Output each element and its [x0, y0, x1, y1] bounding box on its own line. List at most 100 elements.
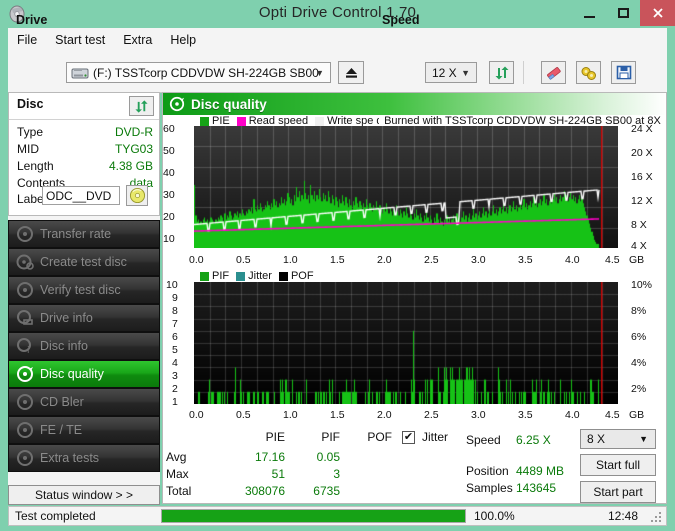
ytick: 30 [163, 189, 175, 201]
settings-button[interactable] [576, 61, 601, 84]
xtick: 4.5 [605, 254, 620, 266]
chart2-x-label: GB [629, 409, 645, 421]
minimize-icon [583, 15, 595, 18]
maximize-icon [617, 8, 629, 18]
stats-avg-pie: 17.16 [254, 450, 285, 464]
stats-total-pif: 6735 [313, 484, 340, 498]
ytick: 24 X [631, 123, 653, 135]
legend-swatch-pof [278, 271, 288, 281]
disc-row-type: Type DVD-R [17, 125, 153, 141]
disc-row-length: Length 4.38 GB [17, 159, 153, 175]
sidebar-label: Verify test disc [40, 283, 121, 297]
disc-row-mid: MID TYG03 [17, 142, 153, 158]
sidebar-item-drive-info[interactable]: Drive info [8, 304, 160, 332]
ytick: 10 [166, 279, 178, 291]
save-button[interactable] [611, 61, 636, 84]
minimize-button[interactable] [572, 0, 606, 26]
refresh-button[interactable] [489, 61, 514, 84]
xtick: 0.0 [189, 409, 204, 421]
xtick: 2.5 [424, 254, 439, 266]
disc-icon [16, 449, 34, 467]
refresh-icon [135, 99, 148, 113]
sidebar-label: CD Bler [40, 395, 84, 409]
xtick: 0.0 [189, 254, 204, 266]
ytick: 7 [172, 318, 178, 330]
ytick: 10 [163, 233, 175, 245]
sidebar-label: Extra tests [40, 451, 100, 465]
disc-label-button[interactable] [126, 185, 148, 206]
sidebar-item-fe-te[interactable]: FE / TE [8, 416, 160, 444]
disc-quality-icon [169, 96, 185, 112]
drive-icon [71, 65, 89, 81]
jitter-checkbox[interactable]: ✔ [402, 431, 415, 444]
legend-swatch-write-speed [315, 116, 325, 126]
sidebar-item-extra-tests[interactable]: Extra tests [8, 444, 160, 472]
chart2-legend: PIF Jitter POF [200, 270, 314, 282]
drive-label: Drive [16, 13, 48, 27]
gear-icon [581, 66, 596, 80]
disc-icon [16, 421, 34, 439]
xtick: 4.0 [565, 409, 580, 421]
menu-start-test[interactable]: Start test [46, 31, 114, 49]
start-full-button[interactable]: Start full [580, 454, 656, 476]
disc-info-icon: i [16, 337, 34, 356]
stats-row-total-label: Total [166, 484, 192, 498]
xtick: 1.5 [330, 409, 345, 421]
disc-refresh-button[interactable] [129, 96, 154, 116]
ytick: 10% [631, 279, 653, 291]
legend-swatch-read-speed [236, 116, 246, 126]
menu-file[interactable]: File [8, 31, 46, 49]
status-window-button[interactable]: Status window > > [8, 485, 160, 505]
sidebar-item-disc-info[interactable]: i Disc info [8, 332, 160, 360]
disc-key-mid: MID [17, 142, 39, 156]
drive-select-value: (F:) TSSTcorp CDDVDW SH-224GB SB00 [93, 65, 319, 80]
menu-help[interactable]: Help [161, 31, 205, 49]
panel-title: Disc quality [191, 96, 267, 112]
ytick: 4 [172, 357, 178, 369]
sidebar-item-verify-test-disc[interactable]: Verify test disc [8, 276, 160, 304]
legend-label-pof: POF [290, 270, 314, 282]
xtick: 1.5 [330, 254, 345, 266]
disc-label-input[interactable] [42, 186, 120, 205]
progress-fill [162, 510, 465, 522]
ytick: 8 X [631, 219, 647, 231]
ytick: 4% [631, 357, 647, 369]
menu-extra[interactable]: Extra [114, 31, 161, 49]
xtick: 3.5 [518, 254, 533, 266]
status-bar: Test completed 100.0% 12:48 [8, 506, 667, 526]
drive-select[interactable]: (F:) TSSTcorp CDDVDW SH-224GB SB00 ▼ [66, 62, 331, 83]
eject-button[interactable] [338, 61, 364, 84]
sidebar-item-create-test-disc[interactable]: Create test disc [8, 248, 160, 276]
ytick: 20 X [631, 147, 653, 159]
close-button[interactable] [640, 0, 675, 26]
app-window: Opti Drive Control 1.70 File Start test … [0, 0, 675, 531]
refresh-icon [495, 66, 508, 79]
maximize-button[interactable] [606, 0, 640, 26]
ytick: 8% [631, 305, 647, 317]
test-speed-value: 8 X [587, 432, 606, 446]
start-part-button[interactable]: Start part [580, 481, 656, 503]
sidebar-item-disc-quality[interactable]: Disc quality [8, 360, 160, 388]
sidebar-label: Disc info [40, 339, 88, 353]
xtick: 2.0 [377, 254, 392, 266]
stats-max-pie: 51 [271, 467, 285, 481]
erase-button[interactable] [541, 61, 566, 84]
stats-col-pof: POF [367, 430, 392, 444]
position-label: Position [466, 464, 509, 478]
sidebar-label: Transfer rate [40, 227, 112, 241]
xtick: 3.0 [471, 254, 486, 266]
speed-select[interactable]: 12 X ▼ [425, 62, 477, 83]
disc-icon [16, 393, 34, 411]
speed-select-value: 12 X [432, 65, 457, 80]
disc-value-type: DVD-R [115, 125, 153, 139]
ytick: 40 [163, 167, 175, 179]
xtick: 0.5 [236, 409, 251, 421]
disc-key-type: Type [17, 125, 44, 139]
elapsed-time: 12:48 [607, 509, 638, 523]
disc-value-length: 4.38 GB [108, 159, 153, 173]
samples-value: 143645 [516, 481, 557, 495]
toolbar-separator [523, 61, 524, 84]
sidebar-item-cd-bler[interactable]: CD Bler [8, 388, 160, 416]
sidebar-item-transfer-rate[interactable]: Transfer rate [8, 220, 160, 248]
test-speed-select[interactable]: 8 X ▼ [580, 429, 656, 449]
